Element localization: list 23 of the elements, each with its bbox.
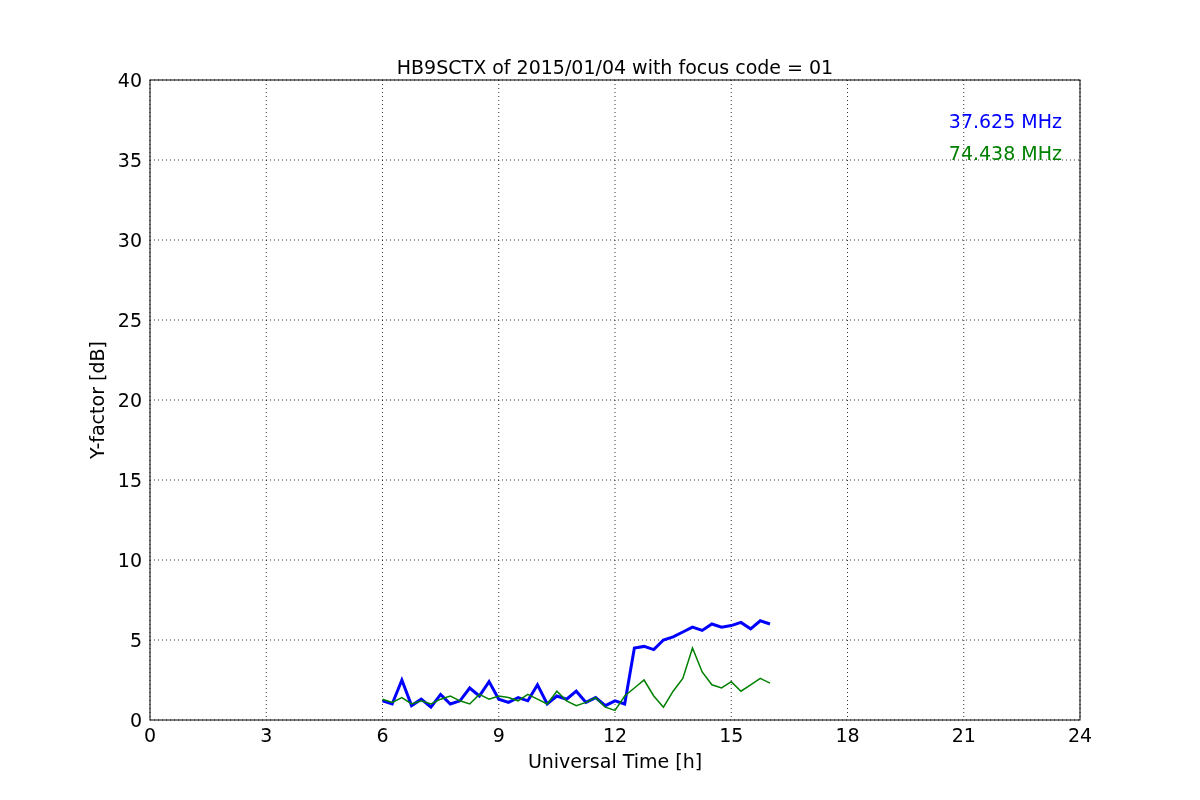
x-axis-label: Universal Time [h] [527,750,703,772]
x-tick-label: 6 [376,724,389,746]
x-tick-label: 18 [835,724,860,746]
legend-label: 74.438 MHz [948,142,1062,164]
x-tick-label: 3 [260,724,273,746]
y-tick-label: 40 [117,69,142,91]
chart-title: HB9SCTX of 2015/01/04 with focus code = 01 [396,56,834,78]
y-axis-label: Y-factor [dB] [86,341,108,459]
y-tick-label: 35 [117,149,142,171]
y-tick-label: 15 [117,469,142,491]
y-tick-label: 25 [117,309,142,331]
y-tick-label: 10 [117,549,142,571]
x-tick-label: 0 [143,724,157,746]
y-tick-label: 20 [117,389,142,411]
y-tick-label: 0 [129,709,142,731]
y-tick-label: 5 [129,629,142,651]
x-tick-label: 15 [719,724,744,746]
y-tick-label: 30 [117,229,142,251]
x-tick-label: 9 [492,724,505,746]
x-tick-label: 12 [602,724,628,746]
legend-label: 37.625 MHz [948,110,1062,132]
x-tick-label: 24 [1067,724,1093,746]
x-tick-label: 21 [951,724,976,746]
